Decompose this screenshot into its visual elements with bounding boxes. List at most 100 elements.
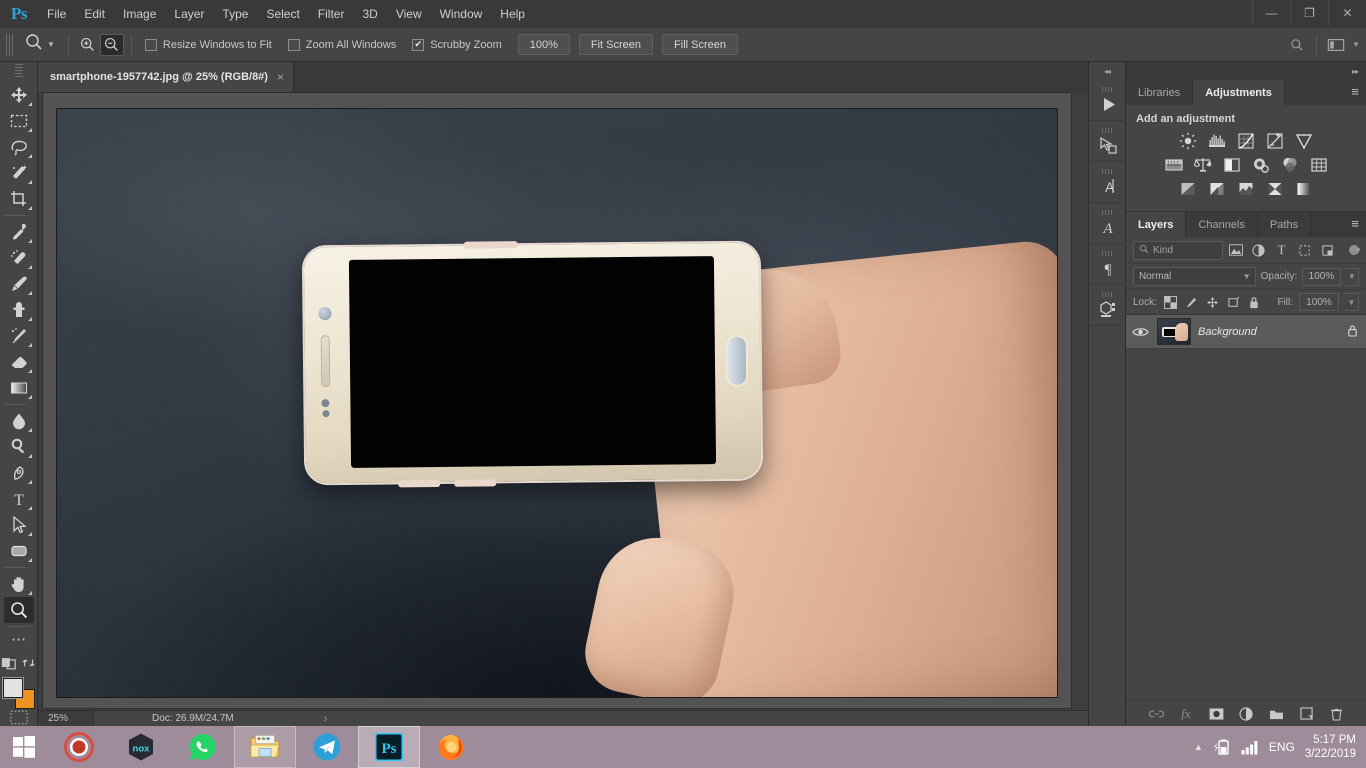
toolbar-grip[interactable] — [14, 64, 23, 78]
zoom-in-button[interactable] — [76, 34, 100, 56]
paragraph-panel-icon[interactable]: ¶ — [1089, 244, 1127, 285]
tool-preset-picker[interactable]: ▼ — [18, 32, 61, 57]
tab-paths[interactable]: Paths — [1257, 212, 1312, 237]
table-row[interactable]: Background — [1126, 315, 1366, 349]
options-bar-grip[interactable] — [6, 33, 13, 56]
zoom-tool[interactable] — [3, 596, 34, 623]
tab-libraries[interactable]: Libraries — [1126, 80, 1194, 105]
black-and-white-icon[interactable] — [1222, 156, 1241, 173]
panel-menu-icon[interactable]: ≡ — [1351, 217, 1359, 230]
opacity-value[interactable]: 100% — [1302, 267, 1341, 286]
menu-layer[interactable]: Layer — [165, 0, 213, 28]
taskbar-recorder[interactable] — [48, 726, 110, 768]
quick-mask-icon[interactable] — [1, 656, 17, 675]
menu-type[interactable]: Type — [213, 0, 257, 28]
zoom-level-field[interactable]: 25% — [38, 710, 94, 727]
fill-value[interactable]: 100% — [1299, 293, 1339, 311]
color-swatches[interactable] — [2, 677, 35, 709]
search-icon[interactable] — [1285, 34, 1309, 56]
document-tab[interactable]: smartphone-1957742.jpg @ 25% (RGB/8#) × — [38, 62, 294, 92]
zoom-all-windows-option[interactable]: Zoom All Windows — [287, 38, 396, 51]
lock-artboard-nesting-icon[interactable] — [1226, 295, 1241, 310]
blend-mode-select[interactable]: Normal ▼ — [1133, 267, 1256, 286]
gradient-map-icon[interactable] — [1266, 180, 1285, 197]
blur-tool[interactable] — [4, 408, 34, 434]
layer-thumbnail[interactable] — [1157, 318, 1191, 345]
windows-start-icon[interactable] — [0, 726, 48, 768]
character-panel-icon[interactable]: A — [1089, 162, 1127, 203]
new-layer-icon[interactable] — [1298, 706, 1314, 722]
signal-bars-icon[interactable] — [1241, 740, 1259, 755]
tab-layers[interactable]: Layers — [1126, 212, 1187, 237]
move-tool[interactable] — [4, 82, 34, 108]
minimize-button[interactable]: — — [1252, 0, 1290, 26]
filter-type-icon[interactable]: T — [1271, 241, 1292, 260]
channel-mixer-icon[interactable] — [1280, 156, 1299, 173]
pen-tool[interactable] — [4, 460, 34, 486]
hue-saturation-icon[interactable] — [1164, 156, 1183, 173]
canvas-area[interactable] — [38, 92, 1088, 726]
chevron-down-icon[interactable]: ▼ — [1354, 246, 1362, 255]
gradient-tool[interactable] — [4, 375, 34, 401]
close-button[interactable]: ✕ — [1328, 0, 1366, 26]
eyedropper-tool[interactable] — [4, 219, 34, 245]
path-select-icon[interactable] — [1089, 121, 1127, 162]
lock-transparent-pixels-icon[interactable] — [1163, 295, 1178, 310]
invert-icon[interactable] — [1179, 180, 1198, 197]
restore-button[interactable]: ❐ — [1290, 0, 1328, 26]
swap-colors-icon[interactable] — [22, 656, 36, 675]
rectangular-marquee-tool[interactable] — [4, 108, 34, 134]
screen-mode-icon[interactable] — [7, 709, 31, 726]
rectangle-tool[interactable] — [4, 538, 34, 564]
history-brush-tool[interactable] — [4, 323, 34, 349]
vibrance-icon[interactable] — [1295, 132, 1314, 149]
menu-window[interactable]: Window — [431, 0, 492, 28]
status-expand-icon[interactable]: › — [324, 713, 328, 725]
timeline-play-icon[interactable] — [1089, 80, 1127, 121]
layer-name[interactable]: Background — [1198, 326, 1340, 338]
taskbar-file-explorer[interactable] — [234, 726, 296, 768]
selective-color-icon[interactable] — [1295, 180, 1314, 197]
hand-tool[interactable] — [4, 571, 34, 597]
menu-filter[interactable]: Filter — [309, 0, 354, 28]
taskbar-whatsapp[interactable] — [172, 726, 234, 768]
filter-smart-object-icon[interactable] — [1317, 241, 1338, 260]
clock[interactable]: 5:17 PM 3/22/2019 — [1305, 733, 1356, 761]
chevron-down-icon[interactable]: ▼ — [1243, 272, 1251, 281]
menu-select[interactable]: Select — [257, 0, 308, 28]
language-indicator[interactable]: ENG — [1269, 740, 1295, 754]
glyphs-panel-icon[interactable]: A — [1089, 203, 1127, 244]
filter-adjustment-icon[interactable] — [1248, 241, 1269, 260]
workspace-switcher-icon[interactable] — [1324, 34, 1348, 56]
lock-all-icon[interactable] — [1247, 295, 1262, 310]
delete-layer-icon[interactable] — [1328, 706, 1344, 722]
fill-slider-caret-icon[interactable]: ▼ — [1345, 293, 1359, 311]
clone-stamp-tool[interactable] — [4, 297, 34, 323]
menu-help[interactable]: Help — [491, 0, 534, 28]
brush-tool[interactable] — [4, 271, 34, 297]
new-group-icon[interactable] — [1268, 706, 1284, 722]
tab-channels[interactable]: Channels — [1186, 212, 1258, 237]
opacity-slider-caret-icon[interactable]: ▼ — [1345, 267, 1359, 286]
spot-healing-brush-tool[interactable] — [4, 245, 34, 271]
magic-wand-tool[interactable] — [4, 160, 34, 186]
threshold-icon[interactable] — [1237, 180, 1256, 197]
menu-edit[interactable]: Edit — [75, 0, 114, 28]
lock-image-pixels-icon[interactable] — [1184, 295, 1199, 310]
foreground-color-swatch[interactable] — [2, 677, 23, 698]
curves-icon[interactable] — [1237, 132, 1256, 149]
layer-lock-icon[interactable] — [1347, 324, 1358, 340]
brightness-contrast-icon[interactable] — [1179, 132, 1198, 149]
panel-expand-icon[interactable]: ▸▸ — [1126, 62, 1366, 80]
scrubby-zoom-checkbox[interactable] — [412, 38, 425, 51]
battery-charging-icon[interactable] — [1213, 738, 1231, 756]
type-tool[interactable]: T — [4, 486, 34, 512]
layer-filter-kind-select[interactable]: Kind ▼ — [1133, 240, 1362, 260]
crop-tool[interactable] — [4, 186, 34, 212]
zoom-100-button[interactable]: 100% — [517, 34, 570, 55]
taskbar-nox[interactable]: nox — [110, 726, 172, 768]
layer-style-fx-icon[interactable]: fx — [1178, 706, 1194, 722]
menu-image[interactable]: Image — [114, 0, 165, 28]
dodge-tool[interactable] — [4, 434, 34, 460]
levels-icon[interactable] — [1208, 132, 1227, 149]
